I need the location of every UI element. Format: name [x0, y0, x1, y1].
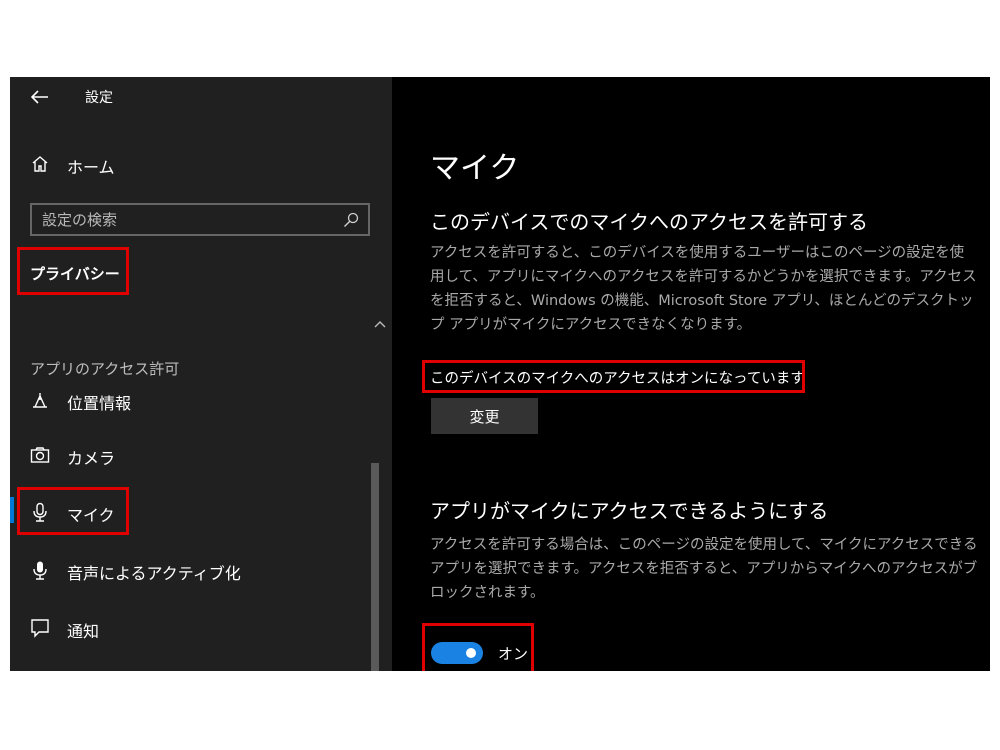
sidebar-item-location[interactable]: 位置情報: [10, 380, 372, 420]
app-access-heading: アプリがマイクにアクセスできるようにする: [430, 499, 829, 523]
scroll-up-chevron-icon[interactable]: [374, 317, 388, 331]
sidebar-item-camera[interactable]: カメラ: [10, 435, 372, 475]
microphone-icon: [28, 500, 52, 524]
toggle-knob: [466, 648, 476, 658]
location-icon: [28, 388, 52, 412]
section-header-app-permissions: アプリのアクセス許可: [30, 360, 180, 378]
home-icon: [28, 152, 52, 176]
sidebar-item-label: 音声によるアクティブ化: [67, 564, 241, 583]
voice-activation-icon: [28, 558, 52, 582]
settings-window: 設定 ホーム プライバシー アプリのアクセス許可 位置情報: [10, 77, 990, 671]
device-access-status: このデバイスのマイクへのアクセスはオンになっています: [430, 371, 805, 387]
camera-icon: [28, 443, 52, 467]
sidebar-item-microphone[interactable]: マイク: [10, 492, 372, 532]
app-access-toggle[interactable]: [431, 642, 483, 664]
app-title: 設定: [85, 90, 113, 106]
search-icon[interactable]: [342, 211, 360, 229]
notification-icon: [28, 616, 52, 640]
sidebar-item-label: 通知: [67, 622, 100, 641]
sidebar-scrollbar[interactable]: [371, 463, 379, 671]
sidebar-item-notifications[interactable]: 通知: [10, 608, 372, 648]
device-access-description: アクセスを許可すると、このデバイスを使用するユーザーはこのページの設定を使用して…: [430, 245, 977, 333]
search-input[interactable]: [42, 209, 332, 231]
sidebar-item-label: ホーム: [67, 158, 115, 177]
sidebar-item-label: マイク: [67, 506, 115, 525]
main-content: マイク このデバイスでのマイクへのアクセスを許可する アクセスを許可すると、この…: [392, 77, 990, 671]
sidebar-item-label: 位置情報: [67, 394, 132, 413]
sidebar-item-label: カメラ: [67, 449, 116, 468]
page-title: マイク: [430, 151, 520, 186]
category-label-privacy: プライバシー: [30, 265, 120, 283]
sidebar-item-home[interactable]: ホーム: [10, 144, 372, 184]
app-access-description: アクセスを許可する場合は、このページの設定を使用して、マイクにアクセスできるアプ…: [430, 537, 978, 601]
device-access-heading: このデバイスでのマイクへのアクセスを許可する: [430, 210, 868, 234]
search-box[interactable]: [30, 203, 370, 236]
back-arrow-icon[interactable]: [28, 85, 52, 109]
sidebar-item-voice-activation[interactable]: 音声によるアクティブ化: [10, 550, 372, 590]
toggle-state-label: オン: [498, 645, 529, 663]
change-button[interactable]: 変更: [431, 398, 538, 434]
sidebar: 設定 ホーム プライバシー アプリのアクセス許可 位置情報: [10, 77, 392, 671]
